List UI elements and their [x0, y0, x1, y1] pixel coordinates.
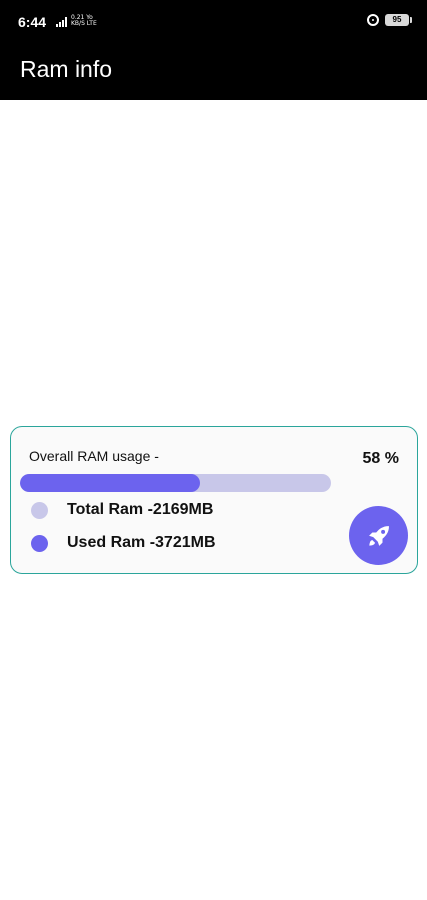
- network-speed: 0.21 Yo KB/S LTE: [71, 15, 97, 27]
- alarm-icon: [367, 14, 379, 26]
- signal-icon: [56, 17, 67, 27]
- network-indicator: 0.21 Yo KB/S LTE: [56, 15, 97, 27]
- network-speed-unit: KB/S LTE: [71, 20, 97, 27]
- legend-used-ram: Used Ram -3721MB: [31, 534, 216, 552]
- used-ram-label: Used Ram -3721MB: [67, 534, 216, 551]
- ram-usage-progress-bar: [20, 474, 331, 492]
- status-bar: 6:44 0.21 Yo KB/S LTE 95: [0, 0, 427, 44]
- boost-button[interactable]: [349, 506, 408, 565]
- ram-usage-percent: 58 %: [362, 450, 399, 467]
- page-title: Ram info: [20, 56, 113, 82]
- status-right: 95: [367, 14, 412, 26]
- rocket-icon: [368, 525, 389, 546]
- app-bar: Ram info: [0, 44, 427, 100]
- ram-usage-card: Overall RAM usage - 58 % Total Ram -2169…: [10, 426, 418, 574]
- ram-usage-label: Overall RAM usage -: [29, 448, 159, 464]
- total-ram-label: Total Ram -2169MB: [67, 501, 214, 518]
- total-ram-dot: [31, 501, 48, 519]
- used-ram-dot: [31, 534, 48, 552]
- legend-total-ram: Total Ram -2169MB: [31, 501, 213, 519]
- ram-usage-progress-fill: [20, 474, 201, 492]
- battery-icon: 95: [385, 14, 412, 26]
- status-time: 6:44: [18, 14, 47, 30]
